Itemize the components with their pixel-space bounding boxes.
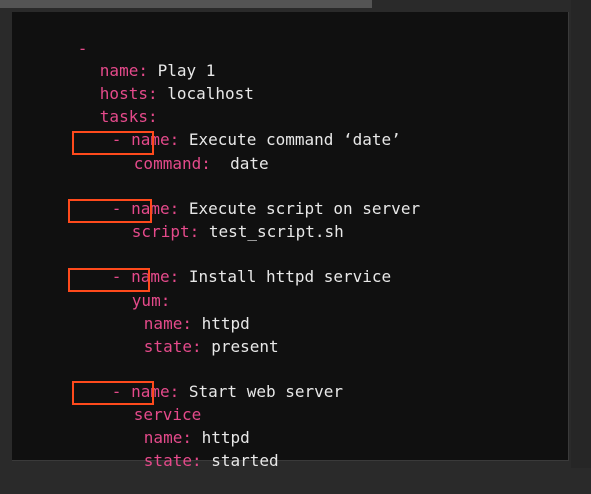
code-editor-panel[interactable]: - name: Play 1 hosts: localhost tasks: -…	[12, 12, 569, 470]
yaml-code: - name: Play 1 hosts: localhost tasks: -…	[12, 12, 568, 470]
editor-tab-strip	[0, 0, 372, 8]
task-4-sub-state-line: state: started	[143, 451, 279, 470]
tasks-line: tasks:	[99, 107, 158, 126]
root-list-dash: -	[77, 39, 88, 58]
task-4-name-line: - name: Start web server	[111, 382, 344, 401]
task-1-name-line: - name: Execute command ‘date’	[111, 130, 401, 149]
hosts-line: hosts: localhost	[99, 84, 254, 103]
task-3-sub-state-line: state: present	[143, 337, 279, 356]
task-3-name-line: - name: Install httpd service	[111, 267, 392, 286]
highlight-script	[68, 199, 152, 223]
highlight-yum	[68, 268, 150, 292]
task-4-sub-name-line: name: httpd	[143, 428, 250, 447]
highlight-command	[72, 131, 154, 155]
right-gutter	[571, 0, 591, 468]
task-3-sub-name-line: name: httpd	[143, 314, 250, 333]
task-2-name-line: - name: Execute script on server	[111, 199, 421, 218]
command-key: command:	[133, 154, 211, 173]
script-key: script:	[131, 222, 200, 241]
play-name-line: name: Play 1	[99, 61, 216, 80]
highlight-service	[72, 381, 154, 405]
